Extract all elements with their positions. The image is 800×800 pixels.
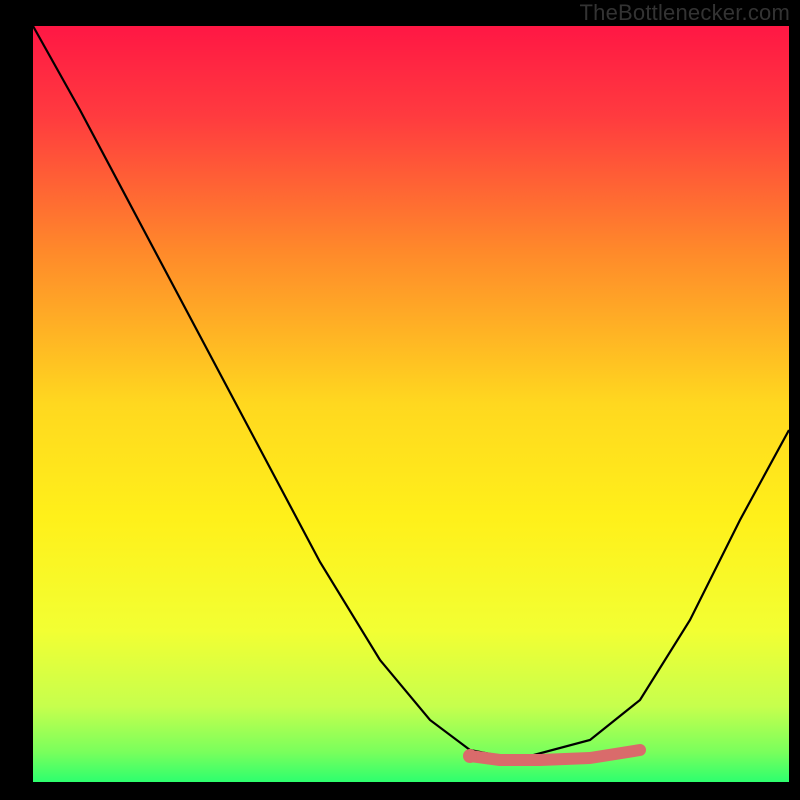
- plot-background: [33, 26, 789, 782]
- watermark-text: TheBottleneсker.com: [580, 0, 790, 26]
- optimal-start-marker: [463, 749, 477, 763]
- chart-svg: [0, 0, 800, 800]
- chart-frame: TheBottleneсker.com: [0, 0, 800, 800]
